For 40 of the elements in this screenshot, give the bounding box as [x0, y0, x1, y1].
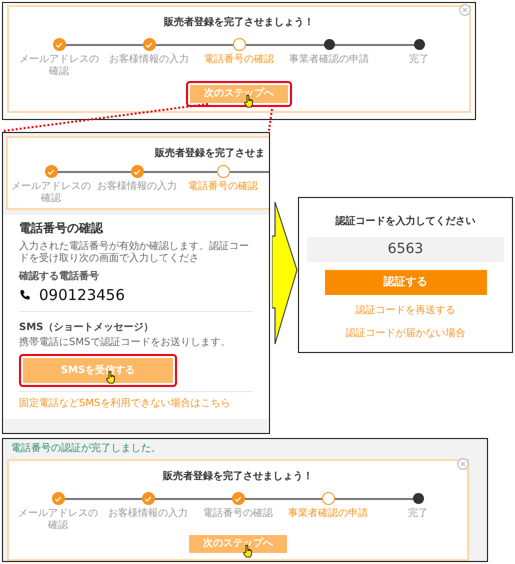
help-link[interactable]: 固定電話などSMSを利用できない場合はこちら [19, 396, 230, 410]
step-label: メールアドレスの確認 [18, 54, 100, 77]
check-icon [54, 494, 62, 502]
check-icon [145, 40, 153, 48]
step-label: お客様情報の入力 [108, 508, 188, 520]
step-label: 完了 [409, 54, 429, 66]
step-label: メールアドレスの確認 [10, 181, 92, 204]
step-label: 事業者確認の申請 [288, 508, 368, 520]
dialog-title: 認証コードを入力してください [336, 214, 476, 229]
step-label: 電話番号の確認 [204, 54, 274, 66]
success-message: 電話番号の認証が完了しました。 [10, 442, 162, 456]
check-icon [133, 168, 141, 176]
phone-icon [19, 289, 31, 302]
field-label: 確認する電話番号 [19, 270, 99, 284]
section-heading: 電話番号の確認 [19, 220, 103, 237]
hand-cursor-icon [242, 544, 253, 558]
verify-button[interactable]: 認証する [324, 270, 486, 294]
description-text: 携帯電話にSMSで認証コードをお送りします。 [19, 336, 230, 350]
step-label: メールアドレスの確認 [17, 508, 99, 531]
phone-number: 090123456 [39, 285, 125, 306]
step-label: 電話番号の確認 [188, 181, 258, 192]
help-link[interactable]: 認証コードが届かない場合 [346, 326, 466, 340]
check-icon [55, 40, 63, 48]
step-label: 事業者確認の申請 [289, 54, 369, 66]
leader-line [268, 108, 273, 132]
description-text: 入力された電話番号が有効か確認します。認証コードを受け取り次の画面で入力してくださ [19, 241, 250, 265]
step-label: 完了 [408, 508, 428, 520]
step-label: お客様情報の入力 [97, 181, 177, 192]
section-heading: SMS（ショートメッセージ） [19, 320, 154, 334]
step-label: 電話番号の確認 [203, 508, 273, 520]
hand-cursor-icon [244, 94, 254, 108]
help-link[interactable]: 認証コードを再送する [356, 302, 456, 318]
check-icon [144, 494, 152, 502]
check-icon [47, 168, 55, 176]
code-field[interactable]: 6563 [307, 237, 504, 262]
card-title: 販売者登録を完了させま [155, 146, 265, 161]
card-title: 販売者登録を完了させましょう！ [163, 469, 313, 484]
step-label: お客様情報の入力 [109, 54, 189, 66]
card-title: 販売者登録を完了させましょう！ [164, 15, 314, 30]
check-icon [234, 494, 242, 502]
